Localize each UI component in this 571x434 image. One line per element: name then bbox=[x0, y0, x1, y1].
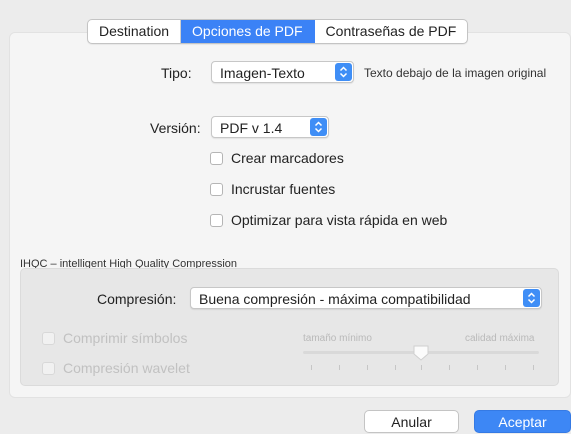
slider-tick bbox=[339, 365, 340, 370]
checkbox-label: Incrustar fuentes bbox=[231, 181, 336, 197]
slider-tick bbox=[477, 365, 478, 370]
tipo-hint: Texto debajo de la imagen original bbox=[364, 66, 547, 80]
checkbox-box[interactable] bbox=[42, 361, 55, 375]
tab-opciones-de-pdf[interactable]: Opciones de PDF bbox=[181, 20, 315, 43]
version-select-value: PDF v 1.4 bbox=[220, 120, 283, 136]
chevron-updown-icon bbox=[310, 118, 327, 136]
slider-min-label: tamaño mínimo bbox=[303, 333, 372, 344]
checkbox-crear-marcadores[interactable]: Crear marcadores bbox=[210, 150, 344, 166]
checkbox-box[interactable] bbox=[210, 213, 223, 227]
slider-tick bbox=[311, 365, 312, 370]
slider-tick bbox=[533, 365, 534, 370]
slider-tick bbox=[505, 365, 506, 370]
chevron-updown-icon bbox=[335, 63, 352, 81]
checkbox-comprimir-simbolos[interactable]: Comprimir símbolos bbox=[42, 330, 187, 346]
slider-tick bbox=[449, 365, 450, 370]
compression-select[interactable]: Buena compresión - máxima compatibilidad bbox=[190, 287, 542, 309]
slider-tick bbox=[367, 365, 368, 370]
slider-max-label: calidad máxima bbox=[465, 333, 535, 344]
version-select[interactable]: PDF v 1.4 bbox=[211, 116, 329, 138]
tipo-label: Tipo: bbox=[161, 65, 192, 81]
checkbox-optimizar-web[interactable]: Optimizar para vista rápida en web bbox=[210, 212, 447, 228]
checkbox-label: Crear marcadores bbox=[231, 150, 344, 166]
checkbox-box[interactable] bbox=[210, 151, 223, 165]
tipo-select-value: Imagen-Texto bbox=[220, 65, 305, 81]
tab-bar: Destination Opciones de PDF Contraseñas … bbox=[87, 19, 469, 44]
compression-label: Compresión: bbox=[97, 291, 177, 307]
slider-tick bbox=[395, 365, 396, 370]
checkbox-incrustar-fuentes[interactable]: Incrustar fuentes bbox=[210, 181, 335, 197]
version-label: Versión: bbox=[150, 120, 201, 136]
chevron-updown-icon bbox=[523, 289, 540, 307]
checkbox-box[interactable] bbox=[210, 182, 223, 196]
tab-destination[interactable]: Destination bbox=[88, 20, 182, 43]
checkbox-label: Optimizar para vista rápida en web bbox=[231, 212, 448, 228]
quality-slider-knob[interactable] bbox=[412, 344, 430, 367]
checkbox-label: Comprimir símbolos bbox=[63, 330, 188, 346]
tab-contrasenas-de-pdf[interactable]: Contraseñas de PDF bbox=[315, 20, 468, 43]
checkbox-compresion-wavelet[interactable]: Compresión wavelet bbox=[42, 360, 190, 376]
checkbox-label: Compresión wavelet bbox=[63, 360, 190, 376]
slider-tick bbox=[421, 365, 422, 370]
compression-select-value: Buena compresión - máxima compatibilidad bbox=[199, 291, 471, 307]
tipo-select[interactable]: Imagen-Texto bbox=[211, 61, 354, 83]
checkbox-box[interactable] bbox=[42, 331, 55, 345]
